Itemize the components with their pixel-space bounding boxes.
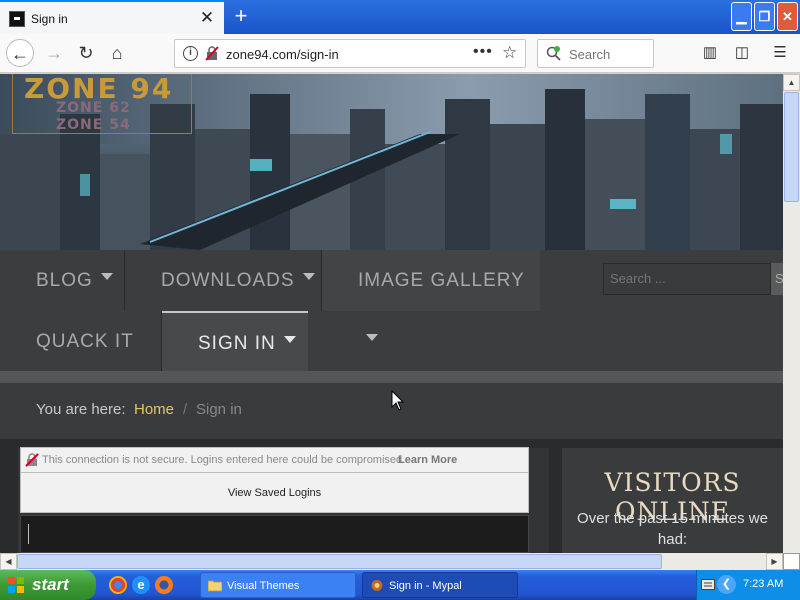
chevron-down-icon	[100, 273, 113, 281]
username-input[interactable]	[20, 515, 529, 553]
nav-quack-it[interactable]: QUACK IT	[0, 311, 161, 372]
close-tab-icon[interactable]: ✕	[198, 8, 216, 28]
nav-sign-in-label: SIGN IN	[198, 333, 276, 354]
screen: Sign in ✕ + ▁ ❐ ✕ ← → ↻ ⌂ i zone94.com/s…	[0, 0, 800, 600]
tray-expand-arrow-icon[interactable]: ❮	[717, 575, 736, 594]
url-bar[interactable]: i zone94.com/sign-in ••• ☆	[174, 39, 526, 68]
new-tab-icon[interactable]: +	[229, 4, 253, 28]
scroll-right-arrow-icon[interactable]: ▶	[766, 553, 783, 570]
firefox-icon[interactable]	[155, 576, 173, 594]
breadcrumb-home-link[interactable]: Home	[134, 401, 174, 418]
logo-sub-2: ZONE 54	[56, 117, 131, 133]
start-button[interactable]: start	[0, 570, 96, 600]
breadcrumb-separator: /	[183, 401, 188, 418]
sidebar-toggle-icon[interactable]: ◫	[730, 41, 754, 65]
nav-blog-label: BLOG	[36, 270, 93, 291]
maximize-window-button[interactable]: ❐	[754, 2, 775, 31]
taskbar-item-visual-themes[interactable]: Visual Themes	[200, 572, 356, 598]
visitors-online-panel: VISITORS ONLINE Over the past 15 minutes…	[562, 448, 783, 553]
insecure-lock-icon	[25, 453, 39, 467]
insecure-login-warning: This connection is not secure. Logins en…	[20, 447, 529, 473]
minimize-window-button[interactable]: ▁	[731, 2, 752, 31]
nav-downloads[interactable]: DOWNLOADS	[125, 250, 321, 311]
keyboard-icon[interactable]	[701, 579, 715, 590]
nav-bottom-stripe	[0, 371, 783, 383]
site-favicon-icon	[9, 11, 25, 27]
text-caret	[28, 524, 29, 544]
view-saved-logins-button[interactable]: View Saved Logins	[20, 473, 529, 513]
learn-more-link[interactable]: Learn More	[398, 454, 457, 466]
info-icon[interactable]: i	[183, 46, 198, 61]
horizontal-scroll-thumb[interactable]	[17, 554, 662, 569]
search-icon	[546, 46, 561, 61]
scroll-up-arrow-icon[interactable]: ▲	[783, 74, 800, 91]
chrome-icon[interactable]	[109, 576, 127, 594]
mouse-pointer-icon	[391, 390, 405, 411]
browser-toolbar: ← → ↻ ⌂ i zone94.com/sign-in ••• ☆ ▥ ◫ ☰	[0, 34, 800, 73]
vertical-scrollbar[interactable]: ▲	[783, 74, 800, 553]
browser-search-box[interactable]	[537, 39, 654, 68]
nav-sign-in[interactable]: SIGN IN	[162, 311, 308, 372]
site-search-box[interactable]	[603, 263, 771, 295]
insecure-lock-icon[interactable]	[205, 46, 219, 61]
logo-sub-1: ZONE 62	[56, 100, 131, 116]
nav-quack-it-label: QUACK IT	[36, 331, 134, 352]
page-viewport: ZONE 94 ZONE 62 ZONE 54 BLOG DOWNLOADS I…	[0, 74, 783, 553]
scroll-left-arrow-icon[interactable]: ◀	[0, 553, 17, 570]
vertical-scroll-thumb[interactable]	[784, 92, 799, 202]
site-search-button[interactable]: S	[771, 263, 783, 295]
windows-logo-icon	[8, 577, 24, 593]
nav-image-gallery-label: IMAGE GALLERY	[358, 270, 525, 291]
url-text: zone94.com/sign-in	[226, 47, 339, 62]
library-icon[interactable]: ▥	[698, 41, 722, 65]
nav-image-gallery[interactable]: IMAGE GALLERY	[322, 250, 540, 342]
site-search-input[interactable]	[604, 264, 764, 292]
chevron-down-icon	[302, 273, 315, 281]
tab-title: Sign in	[31, 12, 68, 26]
home-icon[interactable]: ⌂	[103, 39, 131, 67]
taskbar: start e Visual Themes Sign in - Mypal ❮	[0, 570, 800, 600]
close-window-button[interactable]: ✕	[777, 2, 798, 31]
hero-banner: ZONE 94 ZONE 62 ZONE 54	[0, 74, 783, 250]
folder-icon	[208, 580, 222, 592]
menu-hamburger-icon[interactable]: ☰	[768, 41, 792, 65]
back-arrow-icon[interactable]: ←	[6, 39, 34, 67]
taskbar-item-label: Sign in - Mypal	[389, 580, 462, 592]
browser-search-input[interactable]	[567, 44, 651, 64]
warning-message: This connection is not secure. Logins en…	[42, 454, 406, 466]
internet-explorer-icon[interactable]: e	[132, 576, 150, 594]
forward-arrow-icon[interactable]: →	[40, 39, 68, 67]
clock: 7:23 AM	[743, 578, 784, 590]
taskbar-item-sign-in-mypal[interactable]: Sign in - Mypal	[362, 572, 518, 598]
horizontal-scrollbar[interactable]: ◀ ▶	[0, 553, 783, 570]
tab-strip: Sign in ✕ + ▁ ❐ ✕	[0, 0, 800, 34]
breadcrumb-current: Sign in	[196, 401, 242, 418]
taskbar-item-label: Visual Themes	[227, 580, 300, 592]
site-nav: BLOG DOWNLOADS IMAGE GALLERY S QUACK IT …	[0, 250, 783, 372]
chevron-down-icon	[366, 334, 378, 342]
mypal-browser-icon	[371, 580, 383, 591]
bookmark-star-icon[interactable]: ☆	[502, 43, 517, 63]
scrollbar-corner	[783, 553, 800, 570]
reload-icon[interactable]: ↻	[72, 39, 100, 67]
nav-downloads-label: DOWNLOADS	[161, 270, 295, 291]
chevron-down-icon	[283, 336, 296, 344]
start-label: start	[32, 575, 69, 594]
nav-blog[interactable]: BLOG	[0, 250, 124, 311]
visitors-online-text: Over the past 15 minutes we had:	[577, 510, 768, 548]
page-actions-icon[interactable]: •••	[473, 43, 493, 61]
system-tray: ❮ 7:23 AM	[696, 570, 800, 600]
browser-tab[interactable]: Sign in ✕	[0, 0, 224, 34]
breadcrumb-prefix: You are here:	[36, 401, 126, 418]
